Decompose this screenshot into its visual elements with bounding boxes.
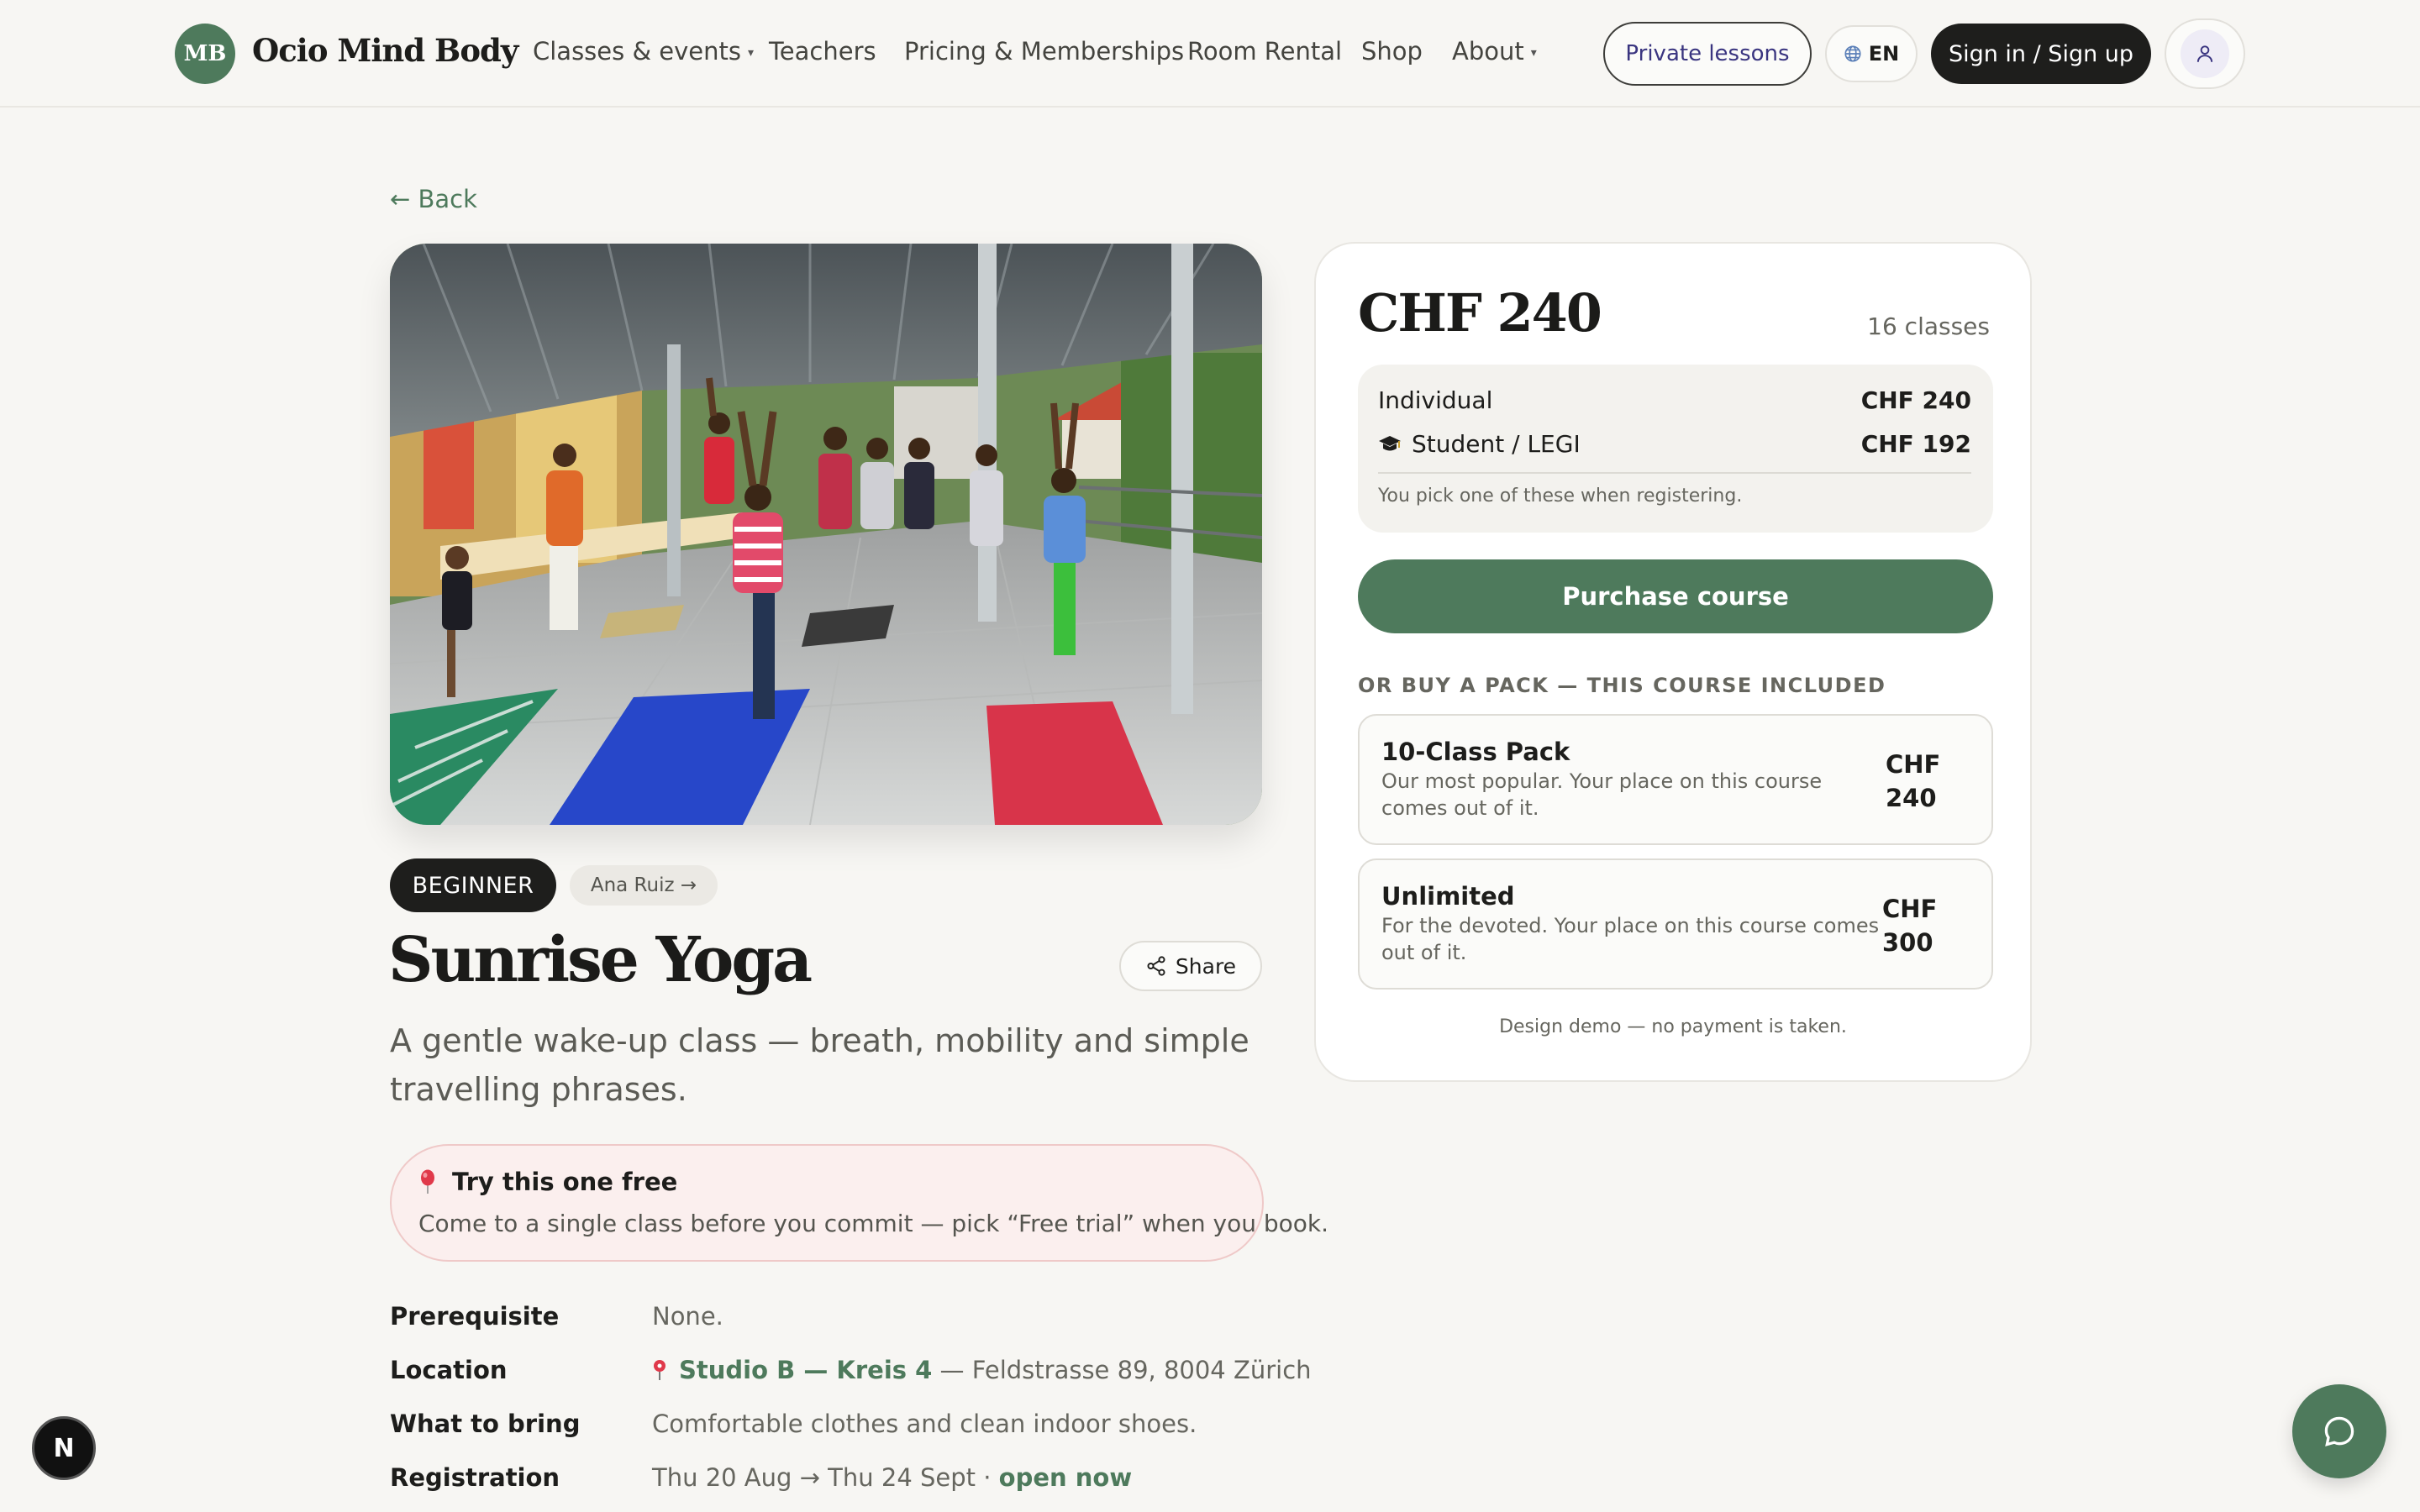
registration-status: open now xyxy=(998,1463,1133,1492)
free-trial-title: Try this one free xyxy=(452,1168,678,1196)
nav-item-teachers[interactable]: Teachers xyxy=(769,37,876,66)
tier-label: Student / LEGI xyxy=(1412,430,1581,458)
tier-divider xyxy=(1378,472,1971,474)
registration-dates: Thu 20 Aug → Thu 24 Sept · xyxy=(652,1463,999,1492)
nav-item-shop[interactable]: Shop xyxy=(1361,37,1423,66)
language-label: EN xyxy=(1868,42,1900,66)
prerequisite-label: Prerequisite xyxy=(390,1302,560,1331)
nav-item-about[interactable]: About ▾ xyxy=(1452,37,1537,66)
yoga-class-photo xyxy=(390,244,1262,825)
pack-price-currency: CHF xyxy=(1882,895,1938,923)
pack-price: CHF 240 xyxy=(1886,748,1978,815)
pack-description: Our most popular. Your place on this cou… xyxy=(1381,769,1823,820)
pack-price-amount: 240 xyxy=(1886,784,1937,812)
demo-note: Design demo — no payment is taken. xyxy=(1499,1016,1847,1037)
price-tiers: Individual CHF 240 Student / LEGI CHF 19… xyxy=(1358,365,1993,533)
globe-icon xyxy=(1844,45,1861,62)
tier-note: You pick one of these when registering. xyxy=(1378,486,1743,507)
brand-name[interactable]: Ocio Mind Body xyxy=(252,32,518,69)
tier-price: CHF 240 xyxy=(1860,386,1971,414)
share-label: Share xyxy=(1175,953,1237,979)
registration-value: Thu 20 Aug → Thu 24 Sept · open now xyxy=(652,1463,1132,1492)
what-to-bring-value: Comfortable clothes and clean indoor sho… xyxy=(652,1410,1197,1438)
studio-location-link[interactable]: Studio B — Kreis 4 xyxy=(679,1356,932,1384)
registration-label: Registration xyxy=(390,1463,560,1492)
class-count: 16 classes xyxy=(1867,312,1990,340)
what-to-bring-label: What to bring xyxy=(390,1410,581,1438)
n-badge-button[interactable]: N xyxy=(32,1416,96,1480)
pack-name: Unlimited xyxy=(1381,882,1515,911)
nav-item-label: Room Rental xyxy=(1187,37,1343,66)
pack-price-amount: 300 xyxy=(1882,928,1933,957)
free-trial-text: Come to a single class before you commit… xyxy=(418,1210,1329,1237)
sign-in-button[interactable]: Sign in / Sign up xyxy=(1931,24,2151,84)
chat-button[interactable] xyxy=(2292,1384,2386,1478)
share-button[interactable]: Share xyxy=(1119,941,1262,991)
location-address: — Feldstrasse 89, 8004 Zürich xyxy=(932,1356,1312,1384)
course-hero-image xyxy=(390,244,1262,825)
course-description: A gentle wake-up class — breath, mobilit… xyxy=(390,1022,1249,1108)
avatar xyxy=(2181,29,2229,78)
pack-price-currency: CHF xyxy=(1886,750,1941,779)
tier-row-student: Student / LEGI CHF 192 xyxy=(1378,430,1971,464)
nav-item-label: About xyxy=(1452,37,1524,66)
tier-price: CHF 192 xyxy=(1860,430,1971,458)
free-trial-banner: Try this one free Come to a single class… xyxy=(390,1144,1328,1262)
language-switcher[interactable]: EN xyxy=(1825,25,1918,82)
chevron-down-icon: ▾ xyxy=(748,46,755,60)
graduation-cap-icon xyxy=(1379,436,1401,451)
pack-option-unlimited[interactable]: Unlimited For the devoted. Your place on… xyxy=(1358,858,1993,990)
balloon-icon xyxy=(421,1169,434,1194)
pack-name: 10-Class Pack xyxy=(1381,738,1570,766)
pack-description: For the devoted. Your place on this cour… xyxy=(1381,914,1880,964)
back-link[interactable]: ← Back xyxy=(390,185,477,213)
nav-item-classes-events[interactable]: Classes & events ▾ xyxy=(533,37,754,66)
logo-mark[interactable]: MB xyxy=(175,24,235,84)
user-menu-button[interactable] xyxy=(2165,18,2245,89)
nav-item-label: Teachers xyxy=(769,37,876,66)
purchase-course-button[interactable]: Purchase course xyxy=(1358,559,1993,633)
pricing-card: CHF 240 16 classes Individual CHF 240 St… xyxy=(1314,242,2032,1082)
level-tag: BEGINNER xyxy=(390,858,556,912)
tier-row-individual: Individual CHF 240 xyxy=(1378,386,1971,420)
nav-item-label: Classes & events xyxy=(533,37,742,66)
pack-heading: OR BUY A PACK — THIS COURSE INCLUDED xyxy=(1358,674,1886,697)
share-icon xyxy=(1147,956,1165,976)
nav-item-label: Shop xyxy=(1361,37,1423,66)
nav-item-room-rental[interactable]: Room Rental xyxy=(1187,37,1342,66)
top-navigation-bar: MB Ocio Mind Body Classes & events ▾ Teac… xyxy=(0,0,2420,108)
map-pin-icon xyxy=(654,1360,666,1380)
location-label: Location xyxy=(390,1356,508,1384)
course-price: CHF 240 xyxy=(1358,282,1602,344)
location-value: Studio B — Kreis 4 — Feldstrasse 89, 800… xyxy=(652,1356,1312,1384)
nav-item-label: Pricing & Memberships xyxy=(904,37,1185,66)
chat-bubble-icon xyxy=(2324,1416,2354,1446)
tier-label: Individual xyxy=(1378,386,1493,414)
chevron-down-icon: ▾ xyxy=(1530,46,1537,60)
nav-item-pricing-memberships[interactable]: Pricing & Memberships xyxy=(904,37,1184,66)
pack-price: CHF 300 xyxy=(1882,892,1975,959)
teacher-tag-link[interactable]: Ana Ruiz → xyxy=(570,865,718,906)
user-icon xyxy=(2196,45,2213,62)
prerequisite-value: None. xyxy=(652,1302,723,1331)
tier-label-wrap: Student / LEGI xyxy=(1378,430,1581,458)
pack-option-10-class[interactable]: 10-Class Pack Our most popular. Your pla… xyxy=(1358,714,1993,845)
private-lessons-button[interactable]: Private lessons xyxy=(1603,22,1812,86)
course-title: Sunrise Yoga xyxy=(388,924,813,996)
